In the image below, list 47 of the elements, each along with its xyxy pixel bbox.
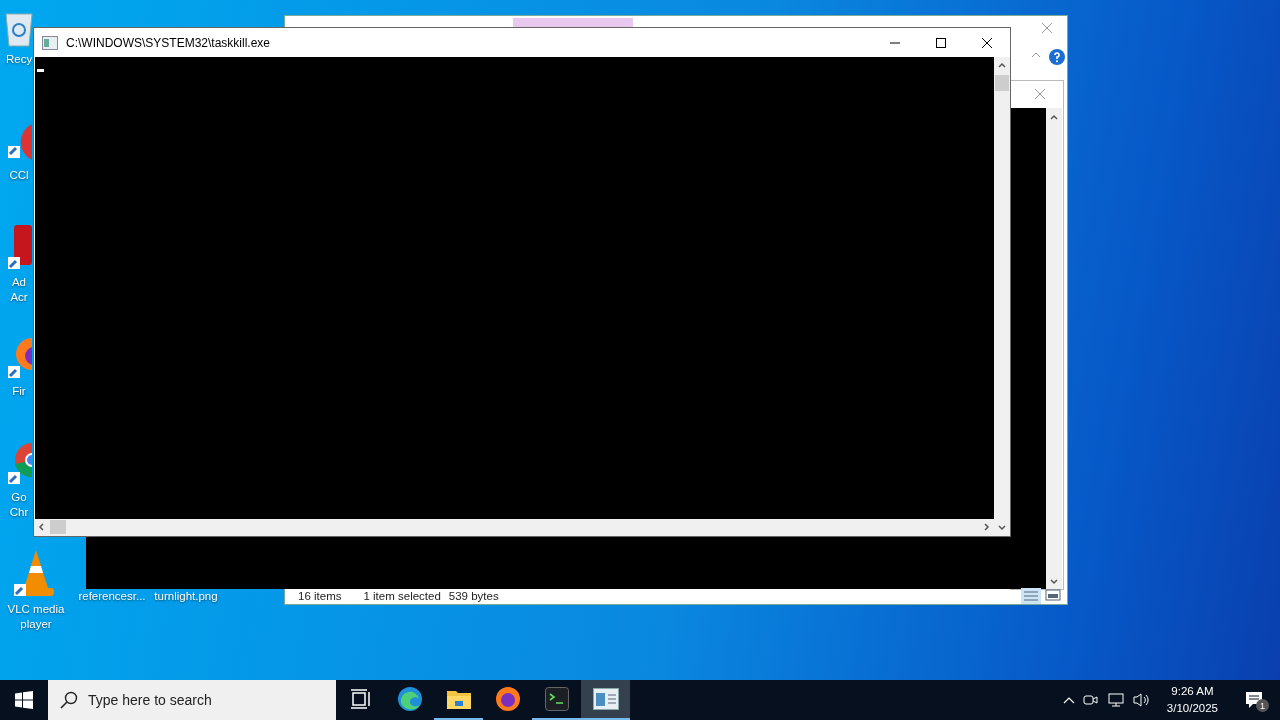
maximize-icon [935,36,947,49]
folder-icon [445,688,472,710]
close-icon [981,36,993,49]
edge-icon [396,686,423,712]
text-cursor [37,69,44,72]
clock-date[interactable]: 3/10/2025 [1166,700,1218,717]
desktop-icon-label[interactable]: Recy [6,52,32,67]
large-icons-view-icon[interactable] [1045,588,1061,602]
desktop-icon-label[interactable]: VLC media player [2,602,70,632]
desktop-icon-label[interactable]: turnlight.png [150,589,222,604]
camera-icon[interactable] [1082,693,1099,707]
desktop-icon-label[interactable]: Go Chr [6,490,32,520]
scroll-up-icon[interactable] [998,62,1006,68]
task-view-icon [349,689,372,709]
console-app-icon [42,35,58,50]
desktop-icon-label[interactable]: Ad Acr [6,275,32,305]
help-icon[interactable] [1049,49,1065,65]
selection-status: 1 item selected [363,590,441,602]
clock-time[interactable]: 9:26 AM [1171,683,1214,700]
desktop-icon-label[interactable]: referencesr... [76,589,148,604]
window-title: C:\WINDOWS\SYSTEM32\taskkill.exe [66,35,272,50]
selection-size: 539 bytes [448,590,499,602]
scrollbar-thumb[interactable] [50,520,66,534]
network-icon[interactable] [1106,692,1125,708]
search-field[interactable]: Type here to search [48,680,336,720]
close-icon[interactable] [1041,22,1053,34]
windows-logo-icon [15,691,33,709]
scroll-down-icon[interactable] [1050,579,1058,585]
firefox-icon [494,686,521,712]
scrollbar-thumb[interactable] [995,75,1009,91]
search-icon [60,691,78,709]
vertical-scrollbar[interactable] [1046,108,1062,589]
item-count: 16 items [298,590,342,602]
desktop-icon-label[interactable]: Fir [6,384,32,399]
terminal-icon [544,687,569,711]
vertical-scrollbar[interactable] [994,57,1010,536]
horizontal-scrollbar[interactable] [34,519,994,536]
scroll-down-icon[interactable] [998,525,1006,531]
window-icon [592,688,619,710]
scroll-right-icon[interactable] [984,523,990,531]
desktop-icon-label[interactable]: CCl [6,168,32,183]
scroll-left-icon[interactable] [38,523,44,531]
taskbar-app-button[interactable] [581,680,630,720]
volume-icon[interactable] [1132,692,1151,708]
scroll-up-icon[interactable] [1050,114,1058,120]
close-icon[interactable] [1034,88,1046,100]
notification-count: 1 [1256,699,1269,712]
